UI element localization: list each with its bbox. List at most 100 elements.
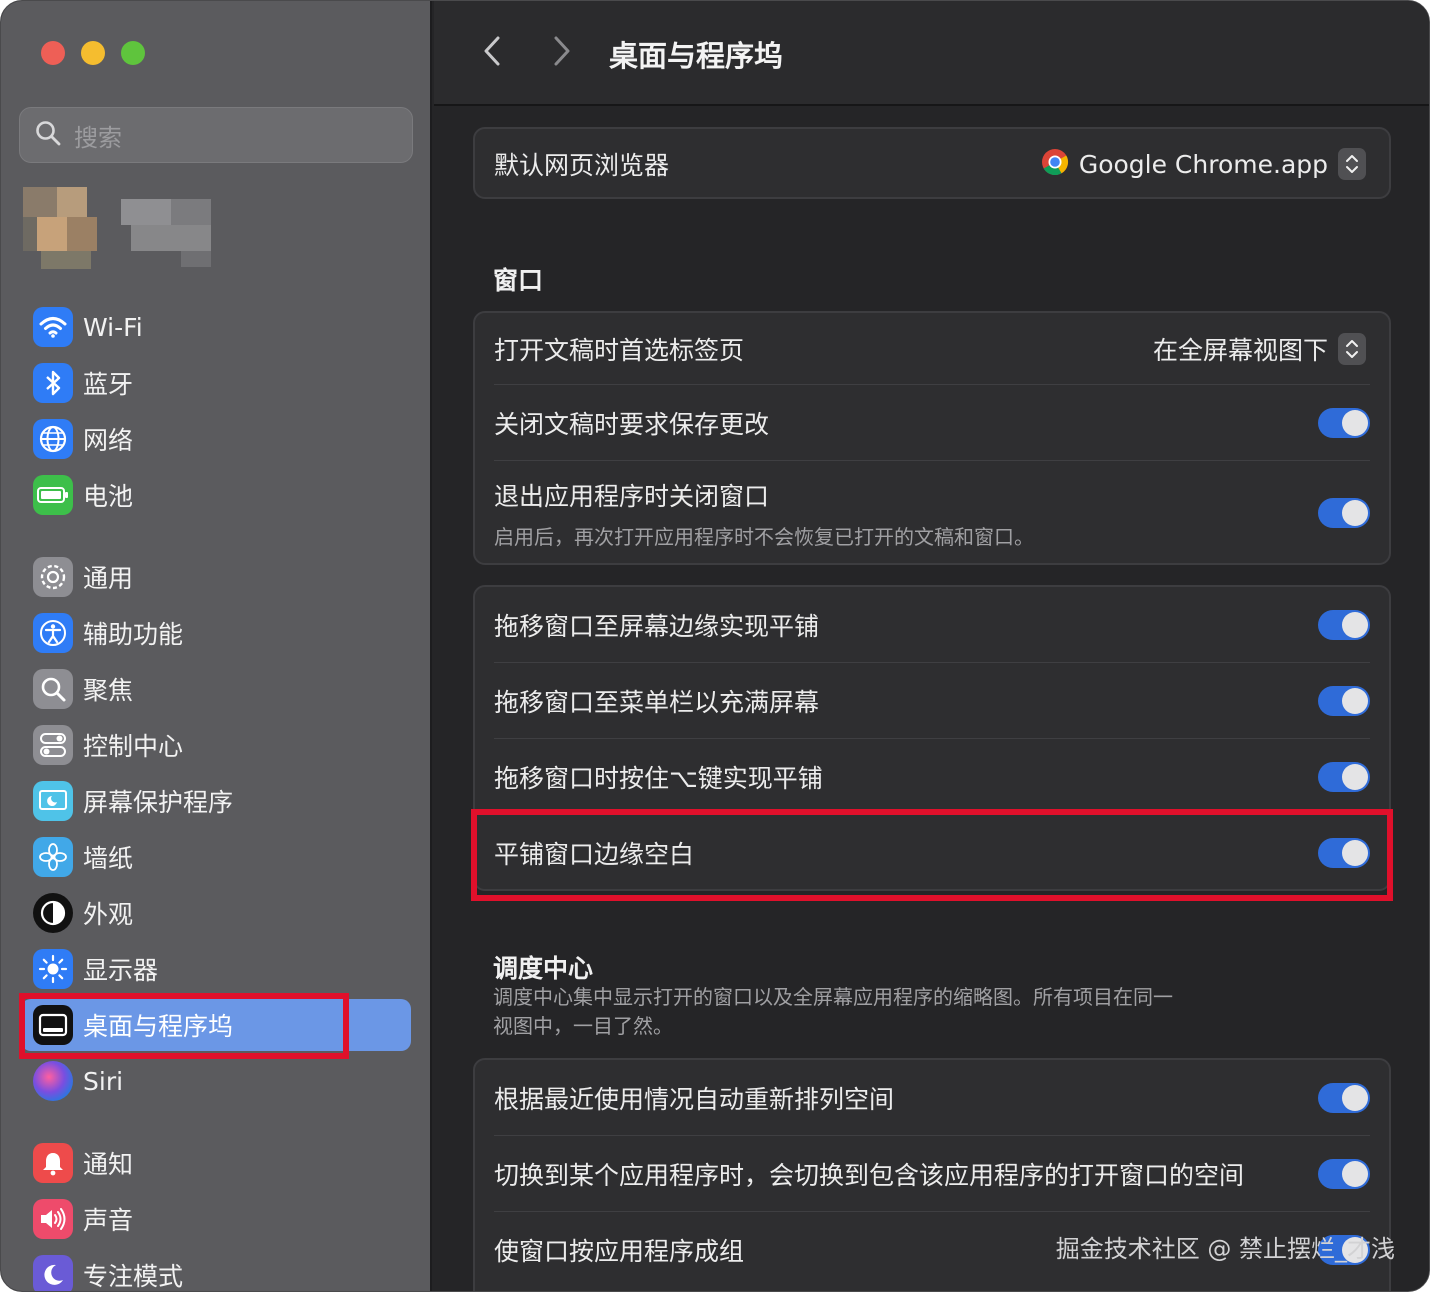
minimize-window-button[interactable] [81, 41, 105, 65]
sidebar-item-label: 墙纸 [83, 844, 134, 873]
ask-keep-changes-row: 关闭文稿时要求保存更改 [494, 385, 1370, 461]
appearance-icon [33, 893, 73, 933]
chevron-right-icon [554, 36, 570, 66]
settings-window: 搜索 Wi-Fi 蓝牙 网络 电池 通用 辅助功能 聚焦 控制中心 屏幕保护程序… [0, 0, 1430, 1292]
bluetooth-icon [33, 363, 73, 403]
speaker-icon [33, 1199, 73, 1239]
default-browser-row: 默认网页浏览器 Google Chrome.app [494, 129, 1370, 199]
switch-space-label: 切换到某个应用程序时，会切换到包含该应用程序的打开窗口的空间 [494, 1160, 1245, 1190]
sidebar-item-wifi[interactable]: Wi-Fi [21, 301, 411, 353]
sidebar-item-network[interactable]: 网络 [21, 413, 411, 465]
toolbar: 桌面与程序坞 [434, 1, 1429, 106]
sidebar-item-label: Siri [83, 1066, 124, 1096]
sidebar-item-bluetooth[interactable]: 蓝牙 [21, 357, 411, 409]
sidebar-item-label: 屏幕保护程序 [83, 788, 234, 817]
moon-icon [33, 1255, 73, 1291]
highlight-box-tiled-margins [471, 809, 1393, 901]
sidebar-item-accessibility[interactable]: 辅助功能 [21, 607, 411, 659]
sidebar-item-wallpaper[interactable]: 墙纸 [21, 831, 411, 883]
search-placeholder: 搜索 [74, 123, 122, 152]
sun-icon [33, 949, 73, 989]
group-by-app-label: 使窗口按应用程序成组 [494, 1237, 745, 1266]
auto-rearrange-toggle[interactable] [1318, 1082, 1370, 1113]
close-windows-label: 退出应用程序时关闭窗口 [494, 481, 770, 511]
globe-icon [33, 419, 73, 459]
close-windows-description: 启用后，再次打开应用程序时不会恢复已打开的文稿和窗口。 [494, 524, 1034, 549]
mission-control-heading: 调度中心 [493, 954, 594, 983]
option-tile-toggle[interactable] [1318, 761, 1370, 792]
screensaver-icon [33, 781, 73, 821]
battery-icon [33, 475, 73, 515]
default-browser-label: 默认网页浏览器 [494, 151, 670, 180]
sidebar-item-label: 蓝牙 [83, 370, 134, 399]
ask-keep-changes-label: 关闭文稿时要求保存更改 [494, 409, 770, 439]
watermark-text: 掘金技术社区 @ 禁止摆烂_才浅 [1055, 1235, 1395, 1263]
option-tile-row: 拖移窗口时按住⌥键实现平铺 [494, 739, 1370, 815]
sidebar-item-battery[interactable]: 电池 [21, 469, 411, 521]
highlight-box-sidebar [19, 993, 349, 1059]
sidebar-item-appearance[interactable]: 外观 [21, 887, 411, 939]
ask-keep-changes-toggle[interactable] [1318, 407, 1370, 438]
prefer-tabs-label: 打开文稿时首选标签页 [494, 335, 745, 365]
window-settings-card-1: 打开文稿时首选标签页 在全屏幕视图下 关闭文稿时要求保存更改 退出应用程序时关闭… [473, 311, 1391, 565]
sidebar-item-label: 通知 [83, 1150, 134, 1179]
close-windows-on-quit-row: 退出应用程序时关闭窗口 启用后，再次打开应用程序时不会恢复已打开的文稿和窗口。 [494, 461, 1370, 565]
tile-edge-row: 拖移窗口至屏幕边缘实现平铺 [494, 587, 1370, 663]
chevron-left-icon [484, 36, 500, 66]
sidebar-item-label: 专注模式 [83, 1262, 184, 1291]
sidebar-item-label: 声音 [83, 1206, 134, 1235]
sidebar-item-focus[interactable]: 专注模式 [21, 1249, 411, 1291]
default-browser-value: Google Chrome.app [1078, 149, 1328, 179]
siri-icon [33, 1061, 73, 1101]
fill-menubar-row: 拖移窗口至菜单栏以充满屏幕 [494, 663, 1370, 739]
accessibility-icon [33, 613, 73, 653]
sidebar-item-notifications[interactable]: 通知 [21, 1137, 411, 1189]
zoom-window-button[interactable] [121, 41, 145, 65]
back-button[interactable] [478, 33, 508, 69]
default-browser-popup[interactable]: Google Chrome.app [1041, 148, 1366, 180]
tile-edge-toggle[interactable] [1318, 609, 1370, 640]
sidebar-item-label: Wi-Fi [83, 312, 143, 342]
fill-menubar-toggle[interactable] [1318, 685, 1370, 716]
updown-chevron-icon [1338, 148, 1366, 180]
mission-control-description: 调度中心集中显示打开的窗口以及全屏幕应用程序的缩略图。所有项目在同一 视图中，一… [493, 983, 1253, 1041]
sidebar-item-label: 聚焦 [83, 676, 134, 705]
close-window-button[interactable] [41, 41, 65, 65]
auto-rearrange-label: 根据最近使用情况自动重新排列空间 [494, 1084, 895, 1114]
default-browser-card: 默认网页浏览器 Google Chrome.app [473, 127, 1391, 199]
chrome-icon [1041, 148, 1069, 180]
fill-menubar-label: 拖移窗口至菜单栏以充满屏幕 [494, 687, 820, 717]
updown-chevron-icon [1338, 332, 1366, 365]
sidebar-item-label: 电池 [83, 482, 134, 511]
close-windows-toggle[interactable] [1318, 498, 1370, 528]
search-icon [34, 119, 62, 151]
switch-space-toggle[interactable] [1318, 1158, 1370, 1189]
sidebar-item-sound[interactable]: 声音 [21, 1193, 411, 1245]
sidebar-item-label: 辅助功能 [83, 620, 184, 649]
close-windows-text: 退出应用程序时关闭窗口 启用后，再次打开应用程序时不会恢复已打开的文稿和窗口。 [494, 477, 1034, 550]
search-field[interactable]: 搜索 [19, 107, 413, 163]
prefer-tabs-popup[interactable]: 在全屏幕视图下 [1153, 331, 1366, 367]
sidebar-item-displays[interactable]: 显示器 [21, 943, 411, 995]
switch-space-row: 切换到某个应用程序时，会切换到包含该应用程序的打开窗口的空间 [494, 1136, 1370, 1212]
flower-icon [33, 837, 73, 877]
prefer-tabs-row: 打开文稿时首选标签页 在全屏幕视图下 [494, 313, 1370, 385]
option-tile-label: 拖移窗口时按住⌥键实现平铺 [494, 763, 823, 793]
sidebar: 搜索 Wi-Fi 蓝牙 网络 电池 通用 辅助功能 聚焦 控制中心 屏幕保护程序… [1, 1, 432, 1291]
sidebar-item-siri[interactable]: Siri [21, 1055, 411, 1107]
wifi-icon [33, 307, 73, 347]
sidebar-item-screen-saver[interactable]: 屏幕保护程序 [21, 775, 411, 827]
sidebar-item-control-center[interactable]: 控制中心 [21, 719, 411, 771]
sidebar-item-label: 网络 [83, 426, 134, 455]
sidebar-item-label: 控制中心 [83, 732, 184, 761]
sidebar-item-label: 显示器 [83, 956, 159, 985]
sidebar-item-general[interactable]: 通用 [21, 551, 411, 603]
sidebar-item-spotlight[interactable]: 聚焦 [21, 663, 411, 715]
tile-edge-label: 拖移窗口至屏幕边缘实现平铺 [494, 611, 820, 641]
forward-button[interactable] [546, 33, 576, 69]
sidebar-item-label: 通用 [83, 564, 134, 593]
mission-control-desc-line-2: 视图中，一目了然。 [493, 1014, 673, 1038]
sidebar-item-label: 外观 [83, 900, 134, 929]
main-content: 桌面与程序坞 默认网页浏览器 Google Chrome.app 窗口 打开文稿… [434, 1, 1429, 1291]
user-profile-avatar[interactable] [1, 177, 261, 277]
